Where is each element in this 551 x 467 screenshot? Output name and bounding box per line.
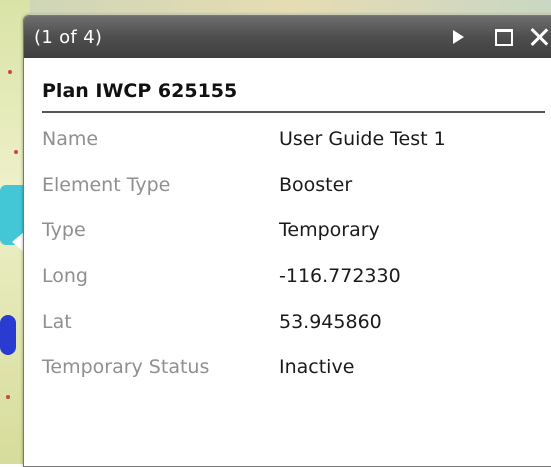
attribute-row-lat: Lat 53.945860: [42, 311, 551, 357]
attribute-row-name: Name User Guide Test 1: [42, 128, 551, 174]
attribute-row-temporary-status: Temporary Status Inactive: [42, 356, 551, 402]
attribute-label: Long: [42, 265, 88, 288]
attribute-value: Inactive: [279, 356, 355, 379]
map-feature-blue[interactable]: [0, 315, 16, 355]
attribute-value: Temporary: [279, 219, 380, 242]
map-point[interactable]: [6, 395, 10, 399]
attribute-label: Name: [42, 128, 99, 150]
popup-titlebar: (1 of 4): [24, 16, 551, 58]
map-point[interactable]: [14, 150, 18, 154]
maximize-icon: [495, 28, 513, 46]
close-button[interactable]: [525, 22, 551, 52]
next-feature-button[interactable]: [444, 22, 472, 52]
attribute-row-long: Long -116.772330: [42, 265, 551, 311]
page-indicator: (1 of 4): [34, 27, 103, 48]
close-icon: [530, 28, 548, 46]
attribute-row-element-type: Element Type Booster: [42, 174, 551, 220]
map-point[interactable]: [8, 70, 12, 74]
popup-title: Plan IWCP 625155: [42, 58, 545, 113]
attribute-value: Booster: [279, 173, 353, 196]
attribute-table: Name User Guide Test 1 Element Type Boos…: [42, 128, 551, 402]
info-popup: (1 of 4) Plan IWCP 625155 Name User Guid…: [23, 15, 551, 467]
attribute-label: Element Type: [42, 173, 171, 196]
attribute-label: Temporary Status: [42, 356, 210, 379]
attribute-label: Lat: [42, 310, 72, 333]
maximize-button[interactable]: [490, 22, 518, 52]
attribute-label: Type: [42, 219, 86, 242]
map-strip: [30, 0, 551, 14]
attribute-row-type: Type Temporary: [42, 219, 551, 265]
attribute-value: 53.945860: [279, 310, 382, 333]
popup-content: Plan IWCP 625155 Name User Guide Test 1 …: [24, 58, 551, 402]
attribute-value: -116.772330: [279, 265, 401, 288]
play-next-icon: [452, 30, 464, 44]
attribute-value: User Guide Test 1: [279, 128, 446, 150]
